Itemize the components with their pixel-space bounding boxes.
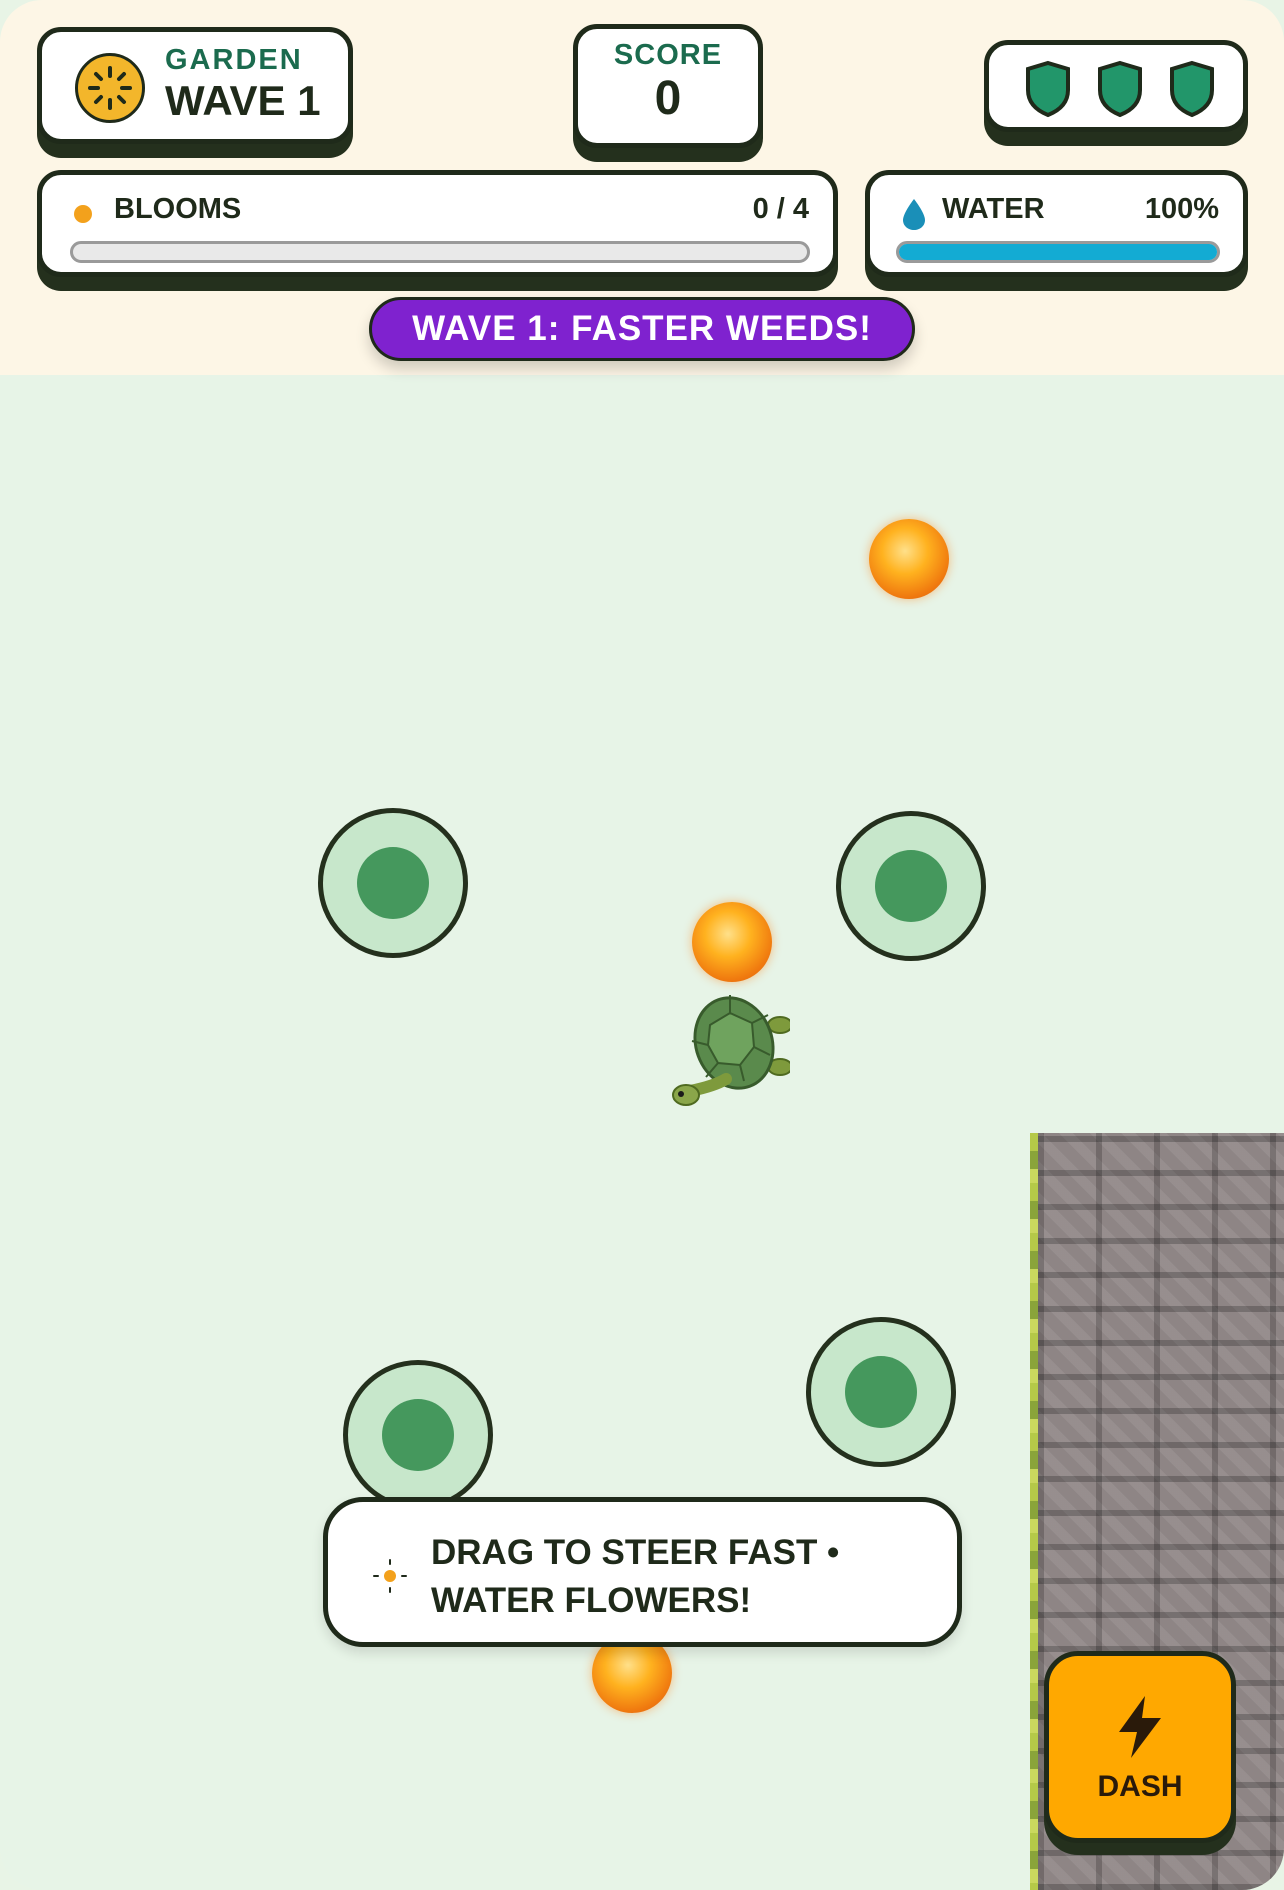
score-panel: SCORE 0 xyxy=(573,24,763,148)
wave-banner: WAVE 1: FASTER WEEDS! xyxy=(369,297,915,361)
shield-icon xyxy=(1026,60,1070,118)
score-label: SCORE xyxy=(613,39,723,71)
fire-weed[interactable] xyxy=(869,519,949,599)
flower-plot[interactable] xyxy=(836,811,986,961)
water-progress-bar xyxy=(896,241,1220,263)
fire-weed[interactable] xyxy=(692,902,772,982)
game-screen: GARDEN WAVE 1 SCORE 0 BLOOMS 0 / 4 WATER… xyxy=(0,0,1284,1890)
lives-panel xyxy=(984,40,1248,132)
lightning-icon xyxy=(1119,1696,1161,1758)
water-percent: 100% xyxy=(1144,193,1219,225)
water-drop-icon xyxy=(903,199,925,230)
shield-icon xyxy=(1170,60,1214,118)
shield-icon xyxy=(1098,60,1142,118)
blooms-panel: BLOOMS 0 / 4 xyxy=(37,170,838,277)
hint-text: DRAG TO STEER FAST • WATER FLOWERS! xyxy=(431,1533,840,1620)
water-label: WATER xyxy=(942,193,1045,225)
blooms-count: 0 / 4 xyxy=(752,193,809,225)
garden-wave-panel: GARDEN WAVE 1 xyxy=(37,27,353,144)
blooms-progress-bar xyxy=(70,241,810,263)
flower-plot[interactable] xyxy=(318,808,468,958)
dash-button[interactable]: DASH xyxy=(1044,1651,1236,1843)
blooms-label: BLOOMS xyxy=(114,193,242,225)
score-value: 0 xyxy=(654,72,682,125)
turtle-player[interactable] xyxy=(670,985,790,1125)
bloom-dot-icon xyxy=(74,205,92,223)
garden-label: GARDEN xyxy=(165,44,303,76)
dash-label: DASH xyxy=(1097,1770,1183,1803)
flower-plot[interactable] xyxy=(806,1317,956,1467)
flower-plot[interactable] xyxy=(343,1360,493,1510)
hud-bar: GARDEN WAVE 1 SCORE 0 BLOOMS 0 / 4 WATER… xyxy=(0,0,1284,375)
wave-label: WAVE 1 xyxy=(165,77,321,124)
water-panel: WATER 100% xyxy=(865,170,1248,277)
sun-sparkle-icon xyxy=(373,1559,407,1593)
water-progress-fill xyxy=(899,244,1217,260)
sun-icon xyxy=(75,53,145,123)
hint-bubble: DRAG TO STEER FAST • WATER FLOWERS! xyxy=(323,1497,962,1647)
